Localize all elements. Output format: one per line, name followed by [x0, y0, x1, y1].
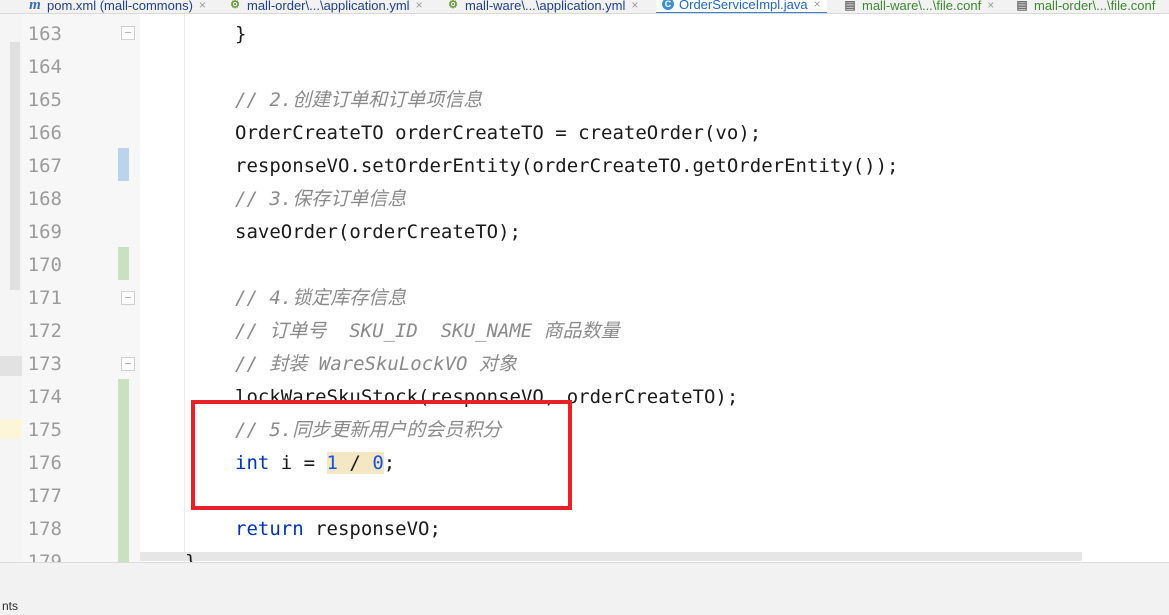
tab-label: mall-order\...\application.yml: [247, 0, 410, 13]
line-number: 175: [27, 419, 62, 441]
code-line[interactable]: saveOrder(orderCreateTO);: [235, 216, 521, 249]
code-comment[interactable]: // 订单号 SKU_ID SKU_NAME 商品数量: [235, 315, 620, 348]
line-number: 164: [27, 56, 62, 78]
tab-label: pom.xml (mall-commons): [47, 0, 193, 13]
line-number: 174: [27, 386, 62, 408]
line-number: 171: [27, 287, 62, 309]
close-icon[interactable]: ×: [814, 0, 821, 11]
tab-mall-order-file-conf[interactable]: ▤ mall-order\...\file.conf: [1015, 0, 1156, 13]
close-icon[interactable]: ×: [199, 0, 206, 12]
line-number: 176: [27, 452, 62, 474]
line-number: 165: [27, 89, 62, 111]
line-number: 167: [27, 155, 62, 177]
tab-pom-xml[interactable]: m pom.xml (mall-commons) ×: [28, 0, 206, 13]
line-number: 178: [27, 518, 62, 540]
line-number: 169: [27, 221, 62, 243]
editor-tab-bar: m pom.xml (mall-commons) × ⚙ mall-order\…: [0, 0, 1169, 14]
code-comment[interactable]: // 封装 WareSkuLockVO 对象: [235, 348, 517, 381]
maven-icon: m: [29, 0, 41, 13]
tab-label: mall-order\...\file.conf: [1034, 0, 1156, 13]
java-class-icon: C: [662, 0, 674, 10]
yaml-icon: ⚙: [230, 0, 240, 11]
horizontal-scrollbar[interactable]: [140, 552, 1082, 561]
code-line[interactable]: responseVO.setOrderEntity(orderCreateTO.…: [235, 150, 898, 183]
code-line[interactable]: return responseVO;: [235, 513, 441, 546]
fold-icon[interactable]: [121, 26, 135, 40]
code-comment[interactable]: // 2.创建订单和订单项信息: [235, 84, 482, 117]
code-line[interactable]: }: [235, 18, 246, 51]
line-number: 173: [27, 353, 62, 375]
line-number: 166: [27, 122, 62, 144]
tab-mall-ware-application-yml[interactable]: ⚙ mall-ware\...\application.yml ×: [446, 0, 638, 13]
vcs-added-marker[interactable]: [118, 247, 129, 280]
code-keyword: return: [235, 518, 304, 540]
red-annotation-box: [191, 400, 572, 510]
vcs-modified-marker[interactable]: [118, 148, 129, 181]
line-number: 168: [27, 188, 62, 210]
tab-label: OrderServiceImpl.java: [679, 0, 808, 12]
current-line-marker: [0, 419, 22, 439]
line-number: 177: [27, 485, 62, 507]
close-icon[interactable]: ×: [631, 0, 638, 12]
tab-order-service-impl-java[interactable]: C OrderServiceImpl.java ×: [656, 0, 827, 13]
fold-icon[interactable]: [121, 357, 135, 371]
indent-guide: [184, 14, 185, 562]
close-icon[interactable]: ×: [416, 0, 423, 12]
close-icon[interactable]: ×: [987, 0, 994, 12]
code-text: responseVO;: [303, 518, 441, 540]
line-number: 172: [27, 320, 62, 342]
status-bar: [0, 562, 1169, 615]
fold-icon[interactable]: [121, 291, 135, 305]
line-number: 170: [27, 254, 62, 276]
line-number: 163: [27, 23, 62, 45]
breakpoint-area-marker: [0, 356, 22, 376]
tab-mall-ware-file-conf[interactable]: ▤ mall-ware\...\file.conf ×: [843, 0, 994, 13]
code-line[interactable]: }: [185, 550, 196, 562]
config-file-icon: ▤: [1016, 0, 1028, 12]
left-tool-strip: [0, 14, 22, 562]
yaml-icon: ⚙: [448, 0, 458, 11]
code-comment[interactable]: // 4.锁定库存信息: [235, 282, 406, 315]
line-number: 179: [27, 551, 62, 562]
code-line[interactable]: OrderCreateTO orderCreateTO = createOrde…: [235, 117, 761, 150]
tab-label: mall-ware\...\file.conf: [862, 0, 982, 13]
tab-mall-order-application-yml[interactable]: ⚙ mall-order\...\application.yml ×: [228, 0, 423, 13]
scroll-marker: [10, 42, 20, 290]
config-file-icon: ▤: [844, 0, 856, 12]
status-text: nts: [2, 599, 19, 613]
vcs-added-marker[interactable]: [118, 379, 129, 562]
code-comment[interactable]: // 3.保存订单信息: [235, 183, 406, 216]
tab-label: mall-ware\...\application.yml: [465, 0, 626, 13]
